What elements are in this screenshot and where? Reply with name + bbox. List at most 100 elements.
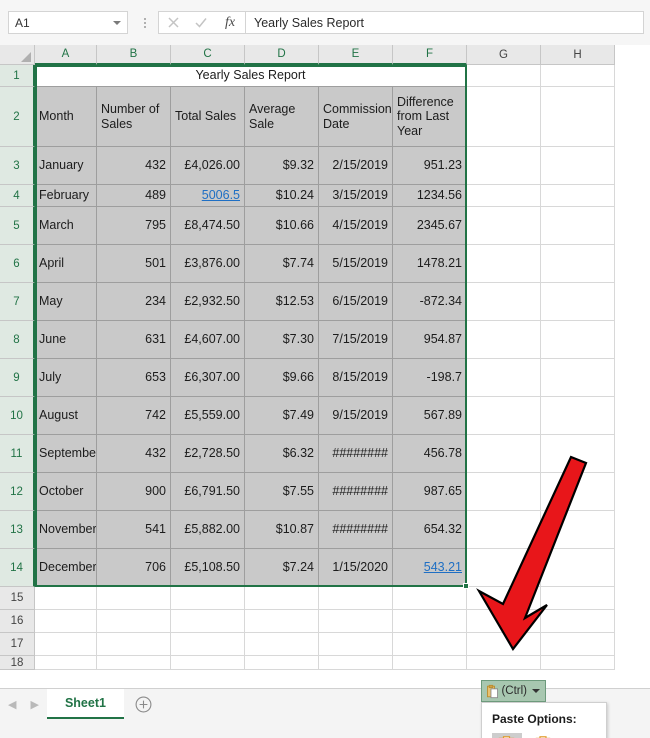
empty-cell[interactable] — [467, 435, 541, 473]
empty-cell[interactable] — [35, 656, 97, 670]
cell-difference[interactable]: 1478.21 — [393, 245, 467, 283]
empty-cell[interactable] — [467, 321, 541, 359]
cell-number-of-sales[interactable]: 432 — [97, 147, 171, 185]
cell-average-sale[interactable]: $10.24 — [245, 185, 319, 207]
cell-difference[interactable]: 2345.67 — [393, 207, 467, 245]
cell-difference[interactable]: 1234.56 — [393, 185, 467, 207]
empty-cell[interactable] — [541, 359, 615, 397]
column-header-c[interactable]: C — [171, 45, 245, 65]
paste-option-values-only[interactable] — [528, 733, 558, 738]
formula-bar-menu-icon[interactable] — [134, 11, 156, 34]
cell-total-sales[interactable]: £4,607.00 — [171, 321, 245, 359]
cell-month[interactable]: November — [35, 511, 97, 549]
empty-cell[interactable] — [541, 473, 615, 511]
cell-average-sale[interactable]: $10.87 — [245, 511, 319, 549]
row-header-15[interactable]: 15 — [0, 587, 35, 610]
empty-cell[interactable] — [467, 185, 541, 207]
empty-cell[interactable] — [467, 359, 541, 397]
empty-cell[interactable] — [541, 656, 615, 670]
column-header-f[interactable]: F — [393, 45, 467, 65]
cell-commission-date[interactable]: ######## — [319, 435, 393, 473]
cell-difference[interactable]: -872.34 — [393, 283, 467, 321]
cell-average-sale[interactable]: $7.24 — [245, 549, 319, 587]
cell-number-of-sales[interactable]: 631 — [97, 321, 171, 359]
cell-commission-date[interactable]: 4/15/2019 — [319, 207, 393, 245]
chevron-down-icon[interactable] — [532, 689, 540, 693]
cell-commission-date[interactable]: 6/15/2019 — [319, 283, 393, 321]
cell-total-sales[interactable]: £2,932.50 — [171, 283, 245, 321]
empty-cell[interactable] — [467, 633, 541, 656]
empty-cell[interactable] — [393, 610, 467, 633]
cell-average-sale[interactable]: $6.32 — [245, 435, 319, 473]
empty-cell[interactable] — [541, 283, 615, 321]
cell-total-sales[interactable]: 5006.5 — [171, 185, 245, 207]
empty-cell[interactable] — [541, 65, 615, 87]
column-header-e[interactable]: E — [319, 45, 393, 65]
cell-month[interactable]: July — [35, 359, 97, 397]
empty-cell[interactable] — [467, 207, 541, 245]
cell-average-sale[interactable]: $9.32 — [245, 147, 319, 185]
chevron-down-icon[interactable] — [113, 21, 121, 25]
header-cell-average-sale[interactable]: Average Sale — [245, 87, 319, 147]
empty-cell[interactable] — [319, 610, 393, 633]
paste-option-keep-source-formatting[interactable] — [492, 733, 522, 738]
plus-circle-icon[interactable] — [124, 689, 164, 719]
select-all-corner[interactable] — [0, 45, 35, 65]
empty-cell[interactable] — [541, 245, 615, 283]
row-header-5[interactable]: 5 — [0, 207, 35, 245]
empty-cell[interactable] — [541, 549, 615, 587]
cell-average-sale[interactable]: $10.66 — [245, 207, 319, 245]
header-cell-total-sales[interactable]: Total Sales — [171, 87, 245, 147]
empty-cell[interactable] — [171, 633, 245, 656]
cell-month[interactable]: January — [35, 147, 97, 185]
cell-total-sales[interactable]: £2,728.50 — [171, 435, 245, 473]
row-header-10[interactable]: 10 — [0, 397, 35, 435]
cell-difference[interactable]: 456.78 — [393, 435, 467, 473]
header-cell-month[interactable]: Month — [35, 87, 97, 147]
cell-difference[interactable]: 951.23 — [393, 147, 467, 185]
cell-commission-date[interactable]: 8/15/2019 — [319, 359, 393, 397]
spreadsheet-grid[interactable]: (Ctrl) Paste Options: — [0, 45, 650, 688]
cell-month[interactable]: March — [35, 207, 97, 245]
row-header-2[interactable]: 2 — [0, 87, 35, 147]
row-header-18[interactable]: 18 — [0, 656, 35, 670]
empty-cell[interactable] — [245, 633, 319, 656]
column-header-d[interactable]: D — [245, 45, 319, 65]
row-header-17[interactable]: 17 — [0, 633, 35, 656]
times-icon[interactable] — [159, 12, 187, 33]
empty-cell[interactable] — [35, 610, 97, 633]
empty-cell[interactable] — [541, 610, 615, 633]
cell-month[interactable]: June — [35, 321, 97, 359]
cell-average-sale[interactable]: $9.66 — [245, 359, 319, 397]
chevron-right-icon[interactable]: ▶ — [30, 698, 38, 711]
empty-cell[interactable] — [541, 321, 615, 359]
cell-number-of-sales[interactable]: 541 — [97, 511, 171, 549]
cell-total-sales[interactable]: £5,882.00 — [171, 511, 245, 549]
cell-commission-date[interactable]: 5/15/2019 — [319, 245, 393, 283]
empty-cell[interactable] — [467, 587, 541, 610]
empty-cell[interactable] — [467, 87, 541, 147]
cell-commission-date[interactable]: 3/15/2019 — [319, 185, 393, 207]
row-header-8[interactable]: 8 — [0, 321, 35, 359]
empty-cell[interactable] — [171, 656, 245, 670]
empty-cell[interactable] — [467, 473, 541, 511]
empty-cell[interactable] — [541, 397, 615, 435]
cell-commission-date[interactable]: ######## — [319, 473, 393, 511]
empty-cell[interactable] — [467, 283, 541, 321]
cell-commission-date[interactable]: 9/15/2019 — [319, 397, 393, 435]
row-header-7[interactable]: 7 — [0, 283, 35, 321]
cell-number-of-sales[interactable]: 501 — [97, 245, 171, 283]
column-header-b[interactable]: B — [97, 45, 171, 65]
cell-average-sale[interactable]: $7.49 — [245, 397, 319, 435]
empty-cell[interactable] — [467, 65, 541, 87]
cell-number-of-sales[interactable]: 432 — [97, 435, 171, 473]
cell-total-sales[interactable]: £8,474.50 — [171, 207, 245, 245]
cell-month[interactable]: February — [35, 185, 97, 207]
row-header-1[interactable]: 1 — [0, 65, 35, 87]
cell-commission-date[interactable]: 7/15/2019 — [319, 321, 393, 359]
empty-cell[interactable] — [541, 147, 615, 185]
empty-cell[interactable] — [171, 587, 245, 610]
cell-average-sale[interactable]: $7.30 — [245, 321, 319, 359]
fx-icon[interactable]: fx — [215, 12, 245, 33]
cell-total-sales[interactable]: £3,876.00 — [171, 245, 245, 283]
